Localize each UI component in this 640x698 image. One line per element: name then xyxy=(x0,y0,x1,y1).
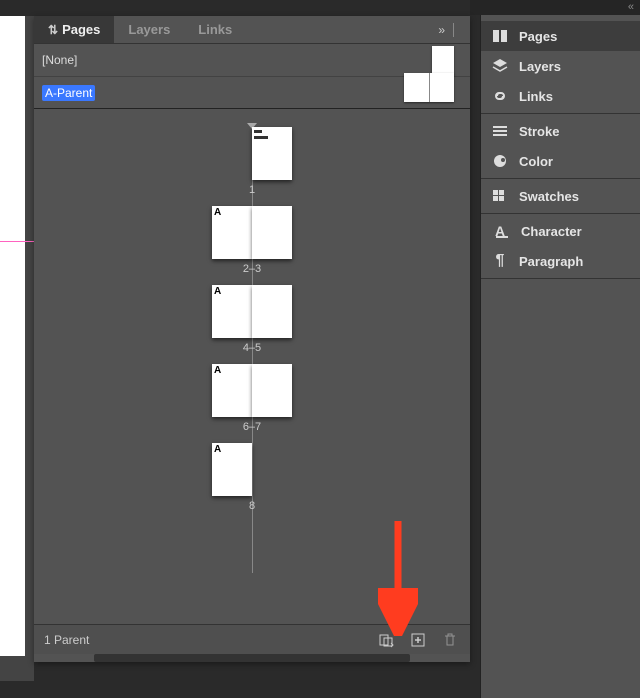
tab-layers[interactable]: Layers xyxy=(114,16,184,43)
footer-status: 1 Parent xyxy=(44,633,89,647)
dock-item-label: Character xyxy=(521,224,582,239)
plus-page-icon xyxy=(410,632,426,648)
panel-footer: 1 Parent xyxy=(34,624,470,654)
dock-item-label: Paragraph xyxy=(519,254,583,269)
tab-pages[interactable]: ⇅ Pages xyxy=(34,16,114,43)
tab-links[interactable]: Links xyxy=(184,16,246,43)
resize-grip[interactable] xyxy=(94,654,410,662)
separator xyxy=(453,23,454,37)
dock-item-color[interactable]: Color xyxy=(481,146,640,176)
parent-none-row[interactable]: [None] xyxy=(34,44,470,76)
page-thumb-7[interactable] xyxy=(252,364,292,417)
page-thumb-6[interactable]: A xyxy=(212,364,252,417)
page-list: 1 A 2–3 A 4–5 A 6–7 xyxy=(34,109,470,624)
page-thumb-8[interactable]: A xyxy=(212,443,252,496)
guide-line xyxy=(0,241,34,242)
dock-item-pages[interactable]: Pages xyxy=(481,21,640,51)
dock-item-label: Color xyxy=(519,154,553,169)
dock-item-label: Links xyxy=(519,89,553,104)
paragraph-icon: ¶ xyxy=(491,252,509,270)
document-page-edge xyxy=(0,16,25,656)
page-thumb-3[interactable] xyxy=(252,206,292,259)
collapse-icon: « xyxy=(628,1,634,13)
dock-item-stroke[interactable]: Stroke xyxy=(481,116,640,146)
page-content-preview xyxy=(254,130,280,140)
page-number-label: 1 xyxy=(249,184,255,196)
page-thumb-1[interactable] xyxy=(252,127,292,180)
dock-item-label: Pages xyxy=(519,29,557,44)
parent-a-thumb[interactable] xyxy=(404,73,454,102)
tab-label: Links xyxy=(198,22,232,37)
parent-pages-section: [None] A-Parent xyxy=(34,44,470,108)
dock-group: Swatches xyxy=(481,179,640,214)
layers-icon xyxy=(491,57,509,75)
trash-icon xyxy=(442,632,458,648)
workspace-background xyxy=(0,16,34,681)
reorder-icon: ⇅ xyxy=(48,23,58,37)
page-size-preset-button[interactable] xyxy=(376,630,396,650)
page-size-icon xyxy=(378,632,394,648)
page-thumb-5[interactable] xyxy=(252,285,292,338)
page-thumb-2[interactable]: A xyxy=(212,206,252,259)
dock-panel-strip: Pages Layers Links Stroke Color xyxy=(480,15,640,698)
parent-none-thumb[interactable] xyxy=(432,46,454,75)
tab-label: Layers xyxy=(128,22,170,37)
spread: 1 xyxy=(34,123,470,196)
color-icon xyxy=(491,152,509,170)
panel-tabs: ⇅ Pages Layers Links » xyxy=(34,16,470,44)
dock-item-paragraph[interactable]: ¶ Paragraph xyxy=(481,246,640,276)
delete-page-button[interactable] xyxy=(440,630,460,650)
parent-letter: A xyxy=(214,286,221,297)
parent-letter: A xyxy=(214,444,221,455)
stroke-icon xyxy=(491,122,509,140)
spread: A 4–5 xyxy=(34,285,470,354)
pages-panel: ⇅ Pages Layers Links » [None] A-Parent xyxy=(34,16,470,662)
parent-a-row[interactable]: A-Parent xyxy=(34,76,470,108)
dock-item-swatches[interactable]: Swatches xyxy=(481,181,640,211)
page-number-label: 8 xyxy=(249,500,255,512)
dock-group: A Character ¶ Paragraph xyxy=(481,214,640,279)
parent-letter: A xyxy=(214,207,221,218)
parent-label: [None] xyxy=(42,53,77,67)
parent-label: A-Parent xyxy=(42,85,95,101)
swatches-icon xyxy=(491,187,509,205)
dock-group: Pages Layers Links xyxy=(481,19,640,114)
character-underline-icon xyxy=(493,222,511,240)
dock-item-character[interactable]: A Character xyxy=(481,216,640,246)
spread: A 6–7 xyxy=(34,364,470,433)
page-number-label: 6–7 xyxy=(243,421,261,433)
links-icon xyxy=(491,87,509,105)
parent-letter: A xyxy=(214,365,221,376)
dock-group: Stroke Color xyxy=(481,114,640,179)
page-number-label: 2–3 xyxy=(243,263,261,275)
dock-item-label: Stroke xyxy=(519,124,559,139)
new-page-button[interactable] xyxy=(408,630,428,650)
page-thumb-4[interactable]: A xyxy=(212,285,252,338)
dock-item-label: Layers xyxy=(519,59,561,74)
spread: A 8 xyxy=(34,443,470,512)
spread: A 2–3 xyxy=(34,206,470,275)
dock-item-layers[interactable]: Layers xyxy=(481,51,640,81)
tabs-overflow-button[interactable]: » xyxy=(438,23,445,37)
dock-item-label: Swatches xyxy=(519,189,579,204)
page-number-label: 4–5 xyxy=(243,342,261,354)
panel-collapse-bar[interactable]: « xyxy=(470,0,640,15)
tab-label: Pages xyxy=(62,22,100,37)
pages-icon xyxy=(491,27,509,45)
dock-item-links[interactable]: Links xyxy=(481,81,640,111)
